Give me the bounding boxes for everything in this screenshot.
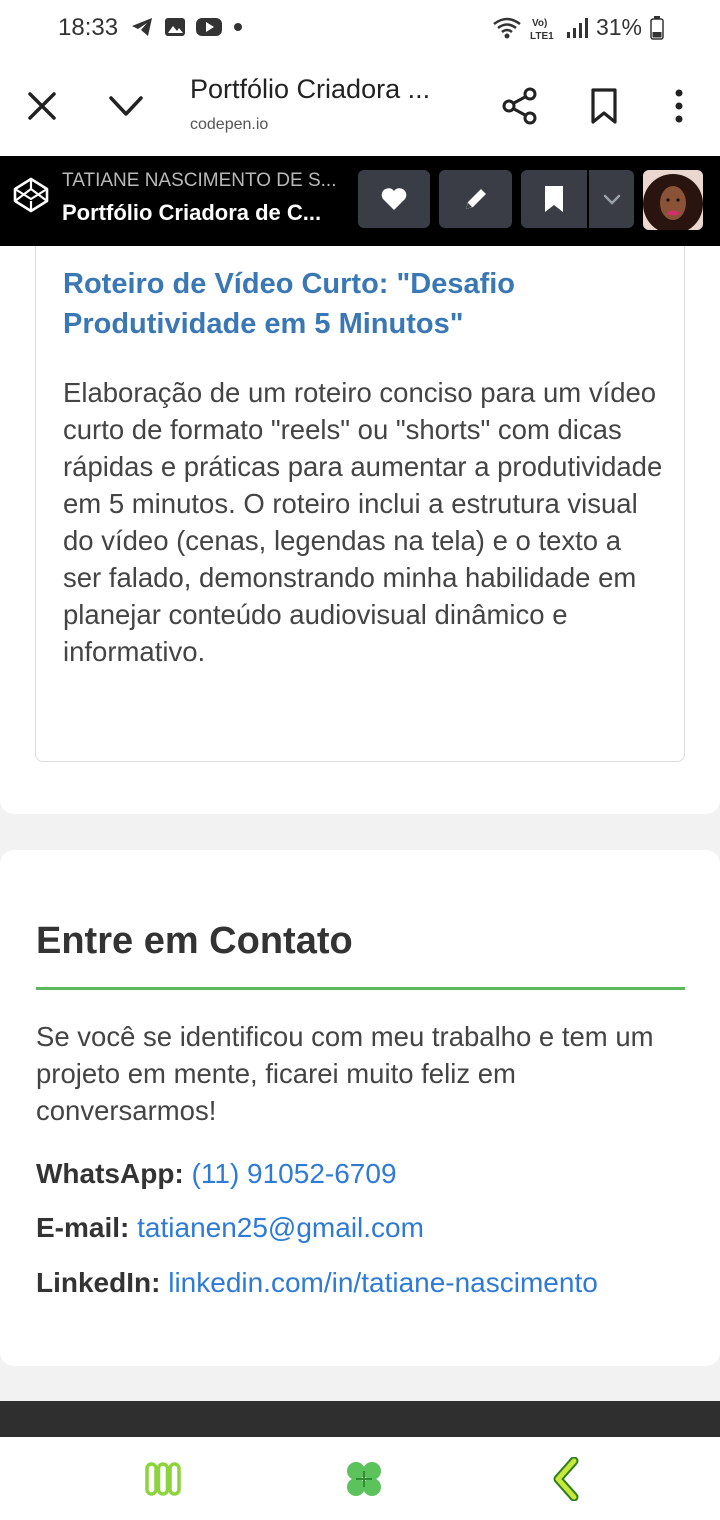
page-footer [0,1401,720,1437]
collection-dropdown-button[interactable] [589,170,634,228]
edit-button[interactable] [439,170,512,228]
project-title: Roteiro de Vídeo Curto: "Desafio Produti… [63,268,516,340]
recent-apps-icon[interactable] [138,1457,188,1501]
svg-text:LTE1: LTE1 [530,31,554,41]
system-nav-bar [0,1437,720,1520]
contact-title: Entre em Contato [36,920,353,962]
share-icon[interactable] [500,86,540,126]
wifi-icon [493,17,521,38]
volte-icon: Vo) LTE1 [530,18,554,41]
contact-section: Entre em Contato Se você se identificou … [0,850,720,1366]
status-system-icons: Vo) LTE1 31% [492,14,664,41]
status-notification-icons [130,16,244,38]
codepen-logo-icon[interactable] [12,176,50,214]
battery-icon [650,15,664,40]
projects-section: Roteiro de Vídeo Curto: "Desafio Produti… [0,246,720,814]
status-bar: 18:33 Vo) LTE1 31% [0,0,720,58]
avatar[interactable] [643,170,703,230]
bookmark-icon [545,186,563,212]
pen-title: Portfólio Criadora de C... [62,200,322,225]
bookmark-icon[interactable] [586,86,622,126]
pen-author[interactable]: TATIANE NASCIMENTO DE S... [62,170,336,192]
gallery-icon [165,18,185,36]
email-link[interactable]: tatianen25@gmail.com [137,1212,424,1243]
contact-intro: Se você se identificou com meu trabalho … [36,1021,654,1126]
svg-text:Vo): Vo) [532,18,547,29]
status-time: 18:33 [58,14,119,41]
browser-toolbar: Portfólio Criadora ... codepen.io [0,58,720,156]
contact-linkedin: LinkedIn: linkedin.com/in/tatiane-nascim… [36,1267,598,1299]
contact-whatsapp: WhatsApp: (11) 91052-6709 [36,1158,397,1190]
battery-percent: 31% [595,14,642,40]
linkedin-link[interactable]: linkedin.com/in/tatiane-nascimento [168,1267,598,1298]
like-button[interactable] [358,170,430,228]
dot-icon [234,23,242,31]
telegram-icon [132,18,152,36]
linkedin-label: LinkedIn: [36,1267,161,1298]
section-divider [36,987,685,990]
heart-icon [381,188,407,210]
home-clover-icon[interactable] [339,1457,389,1501]
avatar-image [643,170,703,230]
project-card: Roteiro de Vídeo Curto: "Desafio Produti… [35,246,685,762]
chevron-down-icon [603,194,620,205]
project-description: Elaboração de um roteiro conciso para um… [63,377,663,667]
page-title[interactable]: Portfólio Criadora ... [190,74,430,105]
save-collection-button[interactable] [521,170,587,228]
pencil-icon [465,189,486,209]
youtube-icon [196,18,222,36]
chevron-down-icon[interactable] [106,88,146,124]
close-icon[interactable] [24,88,60,124]
signal-icon [566,17,588,38]
contact-email: E-mail: tatianen25@gmail.com [36,1212,424,1244]
back-icon[interactable] [542,1457,592,1501]
email-label: E-mail: [36,1212,130,1243]
whatsapp-label: WhatsApp: [36,1158,184,1189]
codepen-header: TATIANE NASCIMENTO DE S... Portfólio Cri… [0,156,720,246]
whatsapp-link[interactable]: (11) 91052-6709 [192,1158,397,1189]
more-vert-icon[interactable] [664,86,694,126]
page-domain[interactable]: codepen.io [190,116,268,134]
